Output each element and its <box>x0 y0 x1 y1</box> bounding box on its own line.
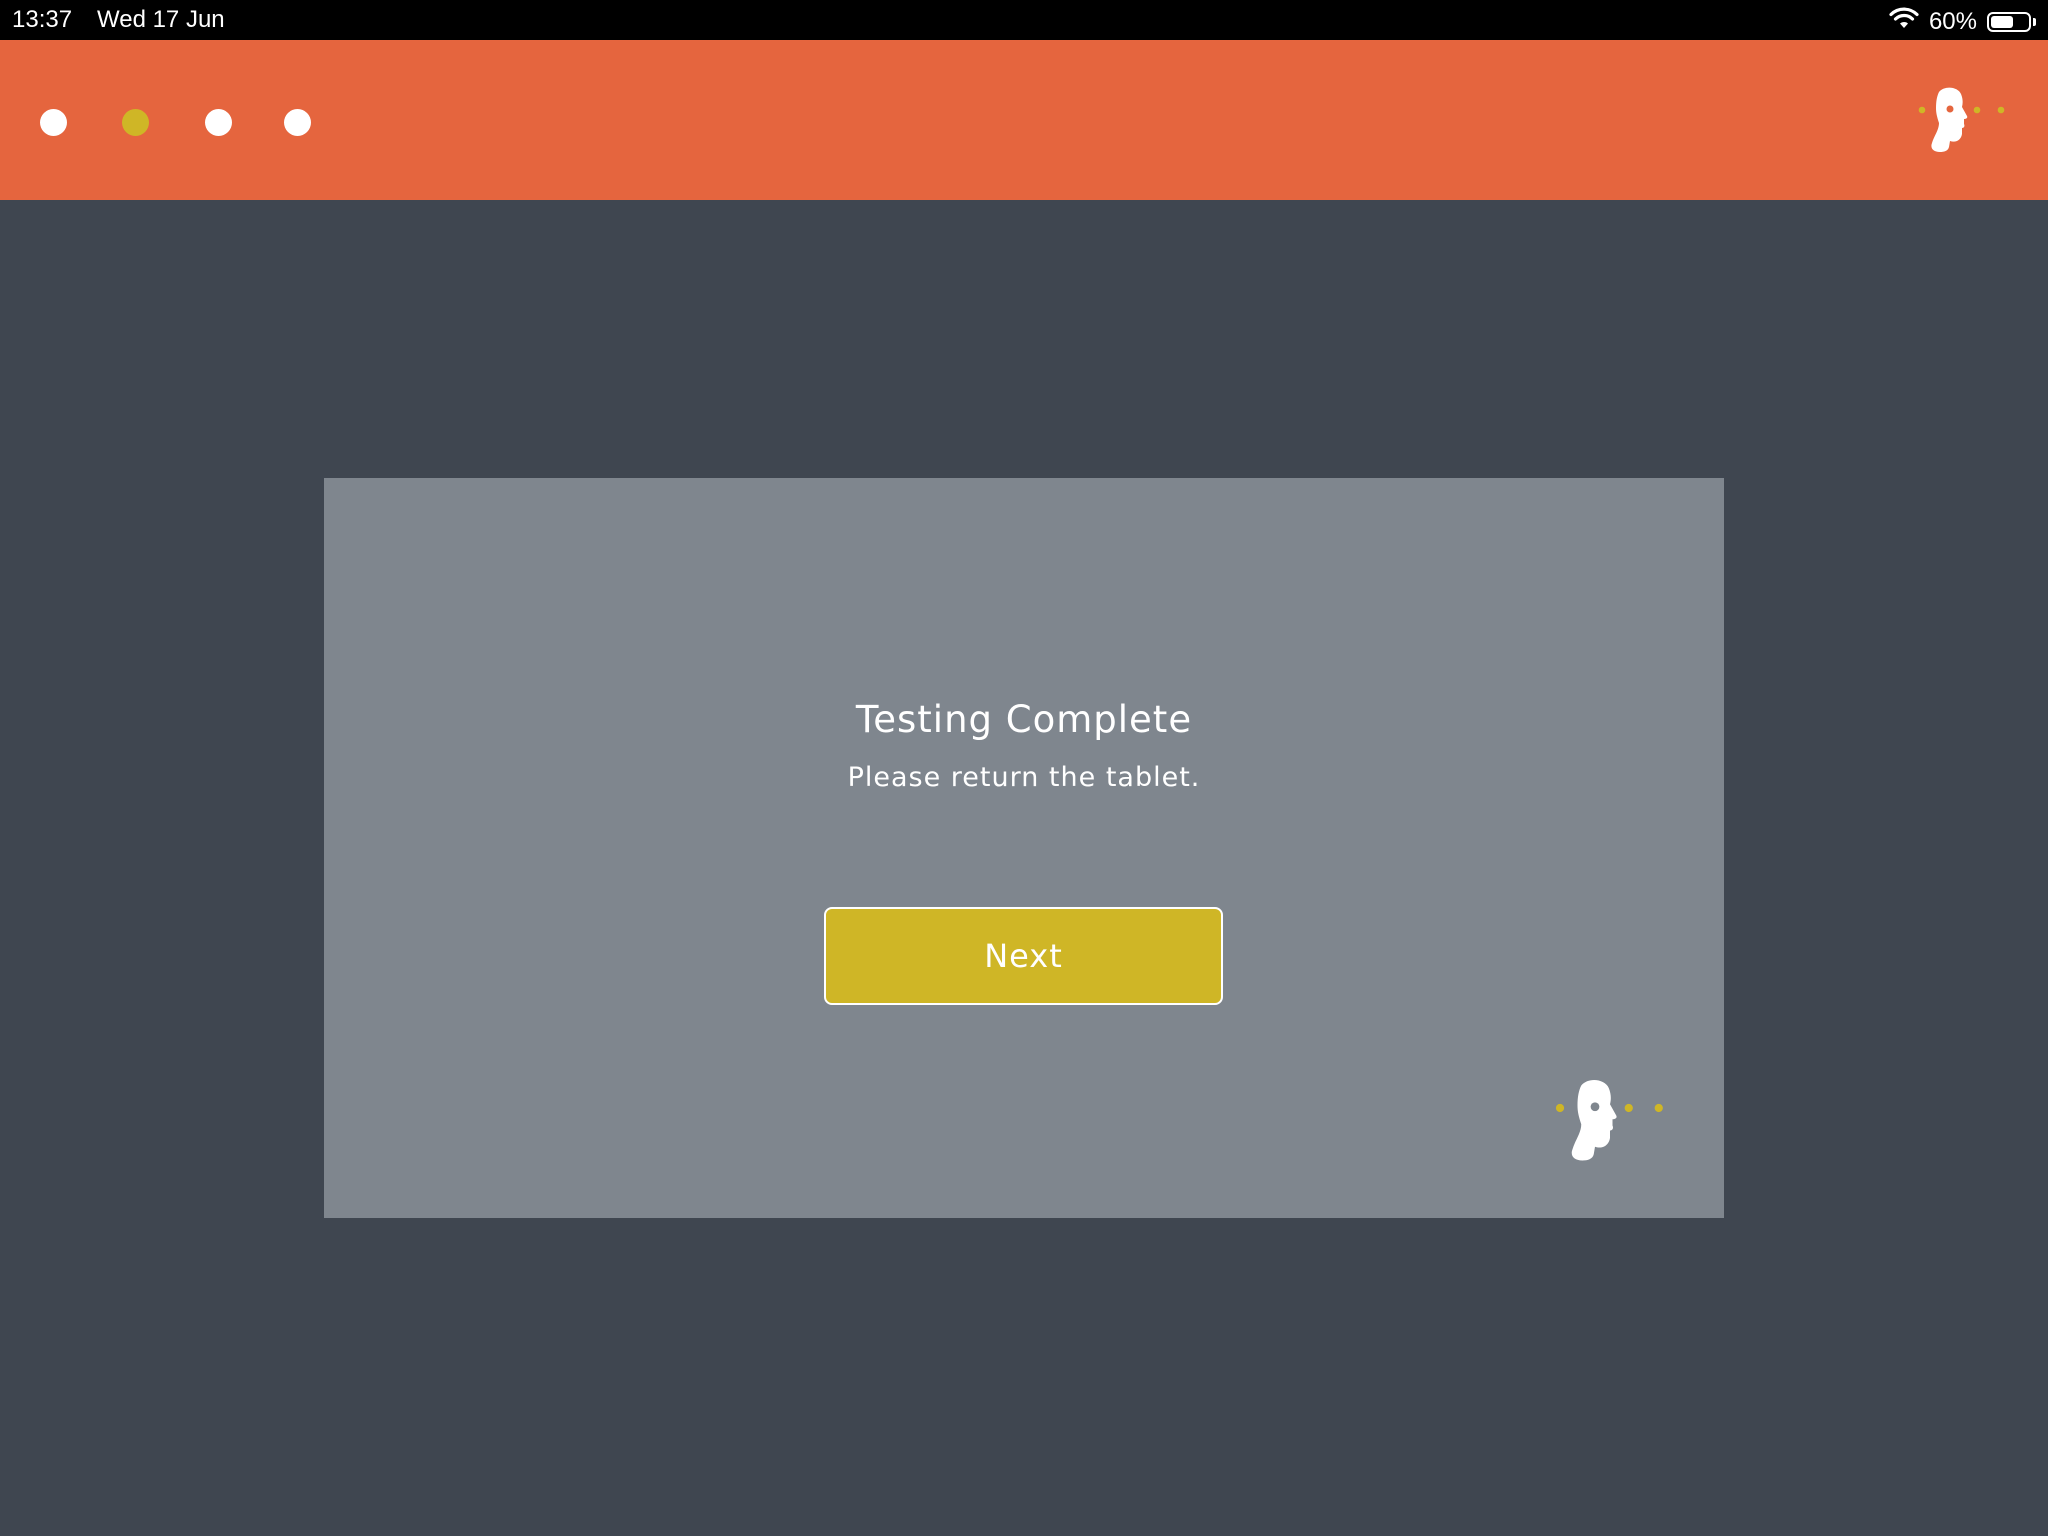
progress-step-2 <box>121 108 149 136</box>
header <box>0 40 2048 200</box>
status-indicators: 60% <box>1889 6 2036 37</box>
head-profile-logo-icon <box>1912 86 2012 170</box>
progress-step-3 <box>204 108 232 136</box>
status-time: 13:37 <box>12 6 73 33</box>
instruction-text: Please return the tablet. <box>847 762 1201 793</box>
page-title: Testing Complete <box>855 698 1193 741</box>
battery-percent: 60% <box>1928 7 1977 35</box>
next-button[interactable]: Next <box>824 907 1223 1005</box>
battery-level <box>1991 15 2013 28</box>
battery-tip <box>2033 17 2036 26</box>
wifi-icon <box>1889 6 1919 37</box>
progress-step-4 <box>283 108 311 136</box>
battery-icon <box>1987 11 2031 32</box>
status-date: Wed 17 Jun <box>97 6 225 33</box>
progress-step-1 <box>39 108 67 136</box>
status-bar: 13:37 Wed 17 Jun 60% <box>0 0 2048 40</box>
head-profile-logo-icon <box>1545 1078 1675 1182</box>
completion-card: Testing Complete Please return the table… <box>324 478 1724 1218</box>
